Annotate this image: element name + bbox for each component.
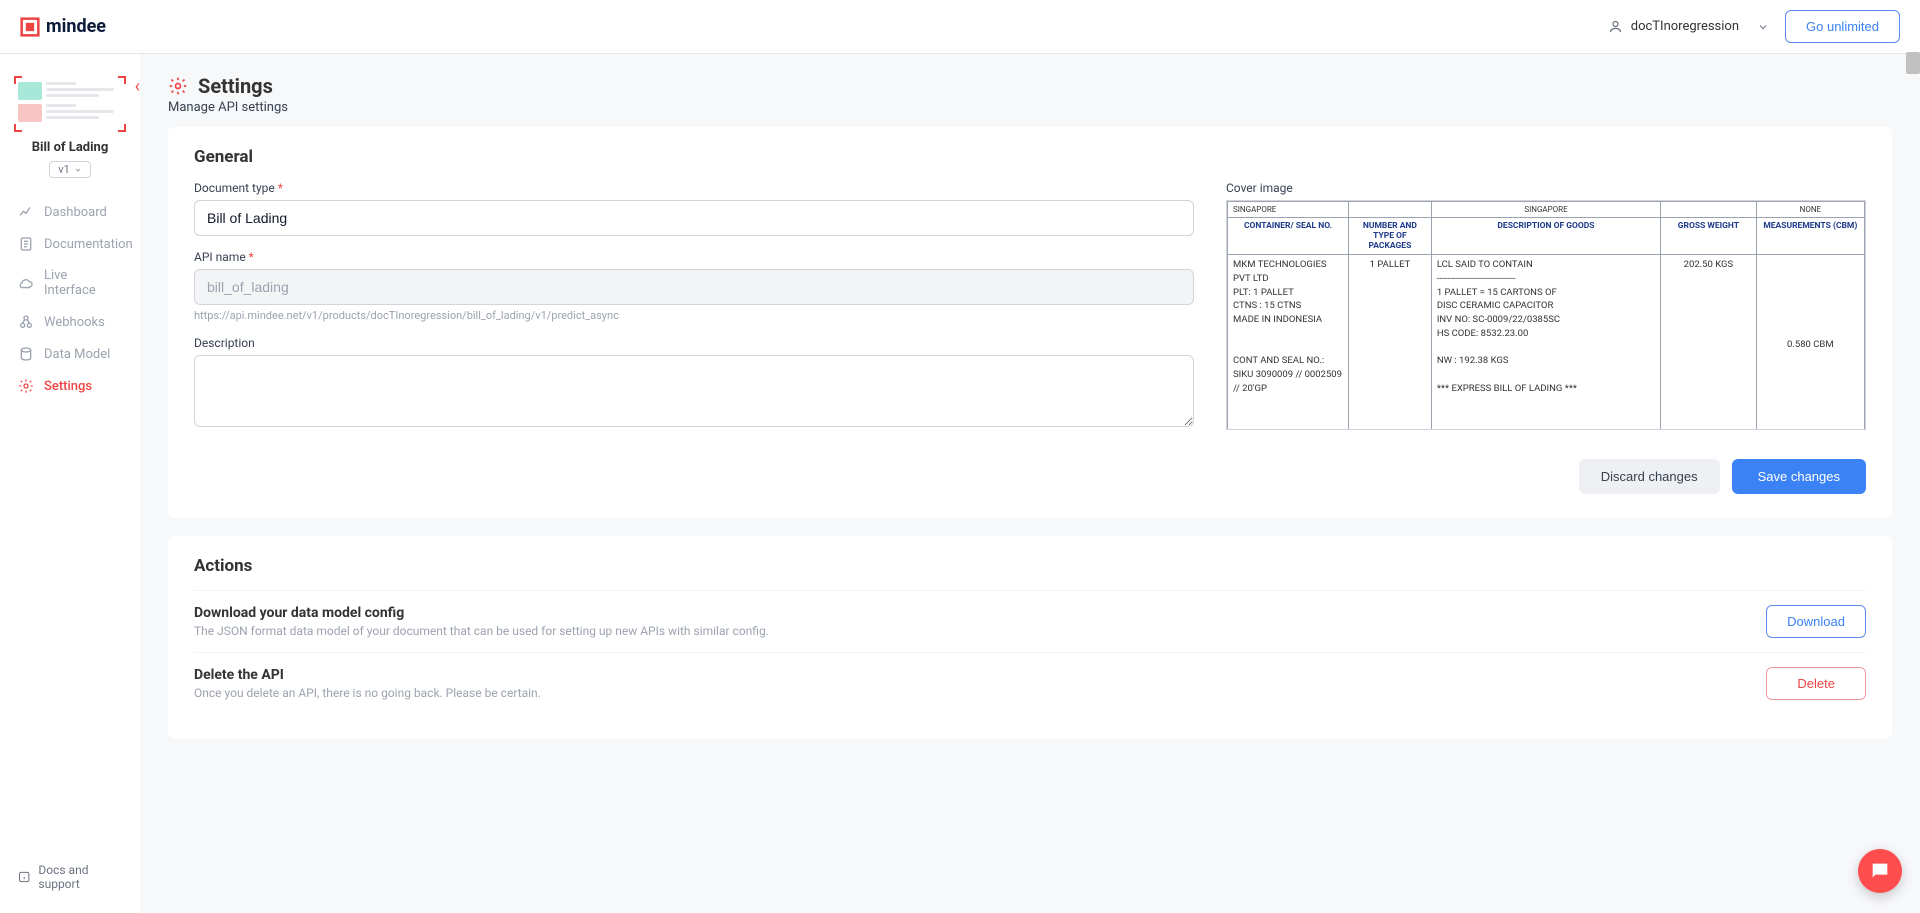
scrollbar-thumb[interactable] <box>1906 52 1920 74</box>
topbar: mindee docTInoregression Go unlimited <box>0 0 1920 54</box>
api-name-label: API name * <box>194 250 1194 264</box>
api-name-input <box>194 269 1194 305</box>
download-title: Download your data model config <box>194 605 769 621</box>
gear-icon <box>18 378 34 394</box>
chevron-down-icon <box>74 166 82 174</box>
database-icon <box>18 346 34 362</box>
delete-desc: Once you delete an API, there is no goin… <box>194 686 541 700</box>
chart-icon <box>18 204 34 220</box>
delete-title: Delete the API <box>194 667 541 683</box>
nav-dashboard[interactable]: Dashboard <box>8 196 132 228</box>
nav-documentation[interactable]: Documentation <box>8 228 132 260</box>
description-label: Description <box>194 336 1194 350</box>
collapse-sidebar-icon[interactable]: ‹ <box>135 76 140 97</box>
doc-type-label: Document type * <box>194 181 1194 195</box>
info-icon <box>18 870 30 884</box>
nav-label: Data Model <box>44 347 110 362</box>
nav-data-model[interactable]: Data Model <box>8 338 132 370</box>
nav-label: Live Interface <box>44 268 122 298</box>
docs-support-link[interactable]: Docs and support <box>0 853 140 901</box>
nav-label: Settings <box>44 379 92 394</box>
go-unlimited-button[interactable]: Go unlimited <box>1785 10 1900 43</box>
user-name: docTInoregression <box>1631 19 1739 34</box>
file-icon <box>18 236 34 252</box>
sidebar-nav: Dashboard Documentation Live Interface W… <box>0 196 140 402</box>
brand-logo[interactable]: mindee <box>20 16 106 37</box>
cloud-icon <box>18 275 34 291</box>
user-icon <box>1608 19 1623 34</box>
main-content: Settings Manage API settings General Doc… <box>140 54 1920 913</box>
user-menu[interactable]: docTInoregression <box>1608 19 1769 34</box>
brand-name: mindee <box>46 16 106 37</box>
page-subtitle: Manage API settings <box>168 100 1892 115</box>
nav-label: Webhooks <box>44 315 105 330</box>
page-heading: Settings <box>168 74 1892 98</box>
api-url-helper: https://api.mindee.net/v1/products/docTI… <box>194 309 1194 322</box>
nav-live-interface[interactable]: Live Interface <box>8 260 132 306</box>
cover-image-label: Cover image <box>1226 181 1866 195</box>
actions-card: Actions Download your data model config … <box>168 536 1892 738</box>
action-delete-row: Delete the API Once you delete an API, t… <box>194 652 1866 714</box>
nav-label: Dashboard <box>44 205 107 220</box>
version-selector[interactable]: v1 <box>49 161 91 178</box>
nav-webhooks[interactable]: Webhooks <box>8 306 132 338</box>
actions-heading: Actions <box>194 556 1866 576</box>
discard-button[interactable]: Discard changes <box>1579 459 1720 494</box>
docs-support-label: Docs and support <box>38 863 122 891</box>
chat-icon <box>1869 860 1891 882</box>
action-download-row: Download your data model config The JSON… <box>194 590 1866 652</box>
delete-button[interactable]: Delete <box>1766 667 1866 700</box>
chevron-down-icon <box>1757 21 1769 33</box>
gear-icon <box>168 76 188 96</box>
chat-widget[interactable] <box>1858 849 1902 893</box>
download-button[interactable]: Download <box>1766 605 1866 638</box>
topbar-right: docTInoregression Go unlimited <box>1608 10 1900 43</box>
general-heading: General <box>194 147 1866 167</box>
version-label: v1 <box>58 163 70 176</box>
nav-settings[interactable]: Settings <box>8 370 132 402</box>
save-button[interactable]: Save changes <box>1732 459 1866 494</box>
doc-preview: ‹ Bill of Lading v1 <box>0 66 140 196</box>
api-title: Bill of Lading <box>12 140 128 155</box>
description-textarea[interactable] <box>194 355 1194 427</box>
webhook-icon <box>18 314 34 330</box>
page-title: Settings <box>198 74 273 98</box>
download-desc: The JSON format data model of your docum… <box>194 624 769 638</box>
nav-label: Documentation <box>44 237 133 252</box>
cover-image[interactable]: SINGAPORESINGAPORENONE CONTAINER/ SEAL N… <box>1226 200 1866 430</box>
logo-icon <box>20 17 40 37</box>
sidebar: ‹ Bill of Lading v1 Dashboard Documentat… <box>0 54 140 913</box>
bill-of-lading-preview: SINGAPORESINGAPORENONE CONTAINER/ SEAL N… <box>1227 201 1865 430</box>
general-card: General Document type * API name * https… <box>168 127 1892 518</box>
doc-type-input[interactable] <box>194 200 1194 236</box>
